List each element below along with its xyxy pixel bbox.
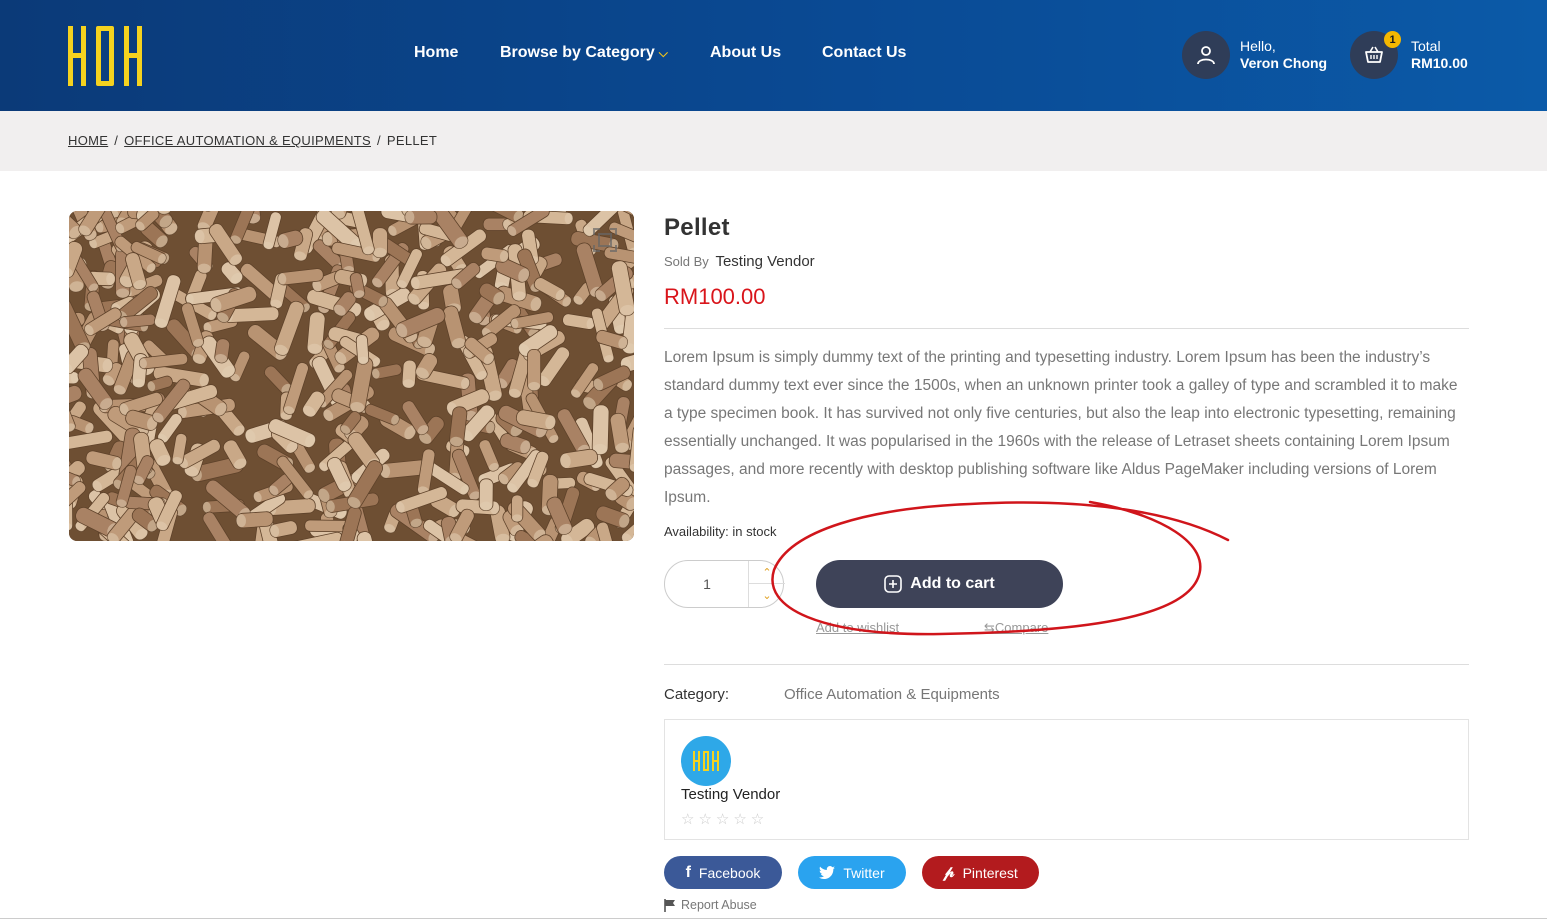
pinterest-label: Pinterest	[962, 864, 1018, 881]
compare-arrows-icon: ⇆	[984, 620, 995, 635]
product-price: RM100.00	[664, 284, 766, 309]
share-facebook-button[interactable]: f Facebook	[664, 856, 782, 889]
cart-count-badge: 1	[1384, 31, 1401, 48]
nav-about-us[interactable]: About Us	[710, 44, 781, 62]
quantity-stepper: 1 ⌃ ⌄	[664, 560, 785, 608]
star-rating: ☆☆☆☆☆	[681, 811, 769, 828]
cart-total-amount: RM10.00	[1411, 55, 1468, 71]
nav-browse-label: Browse by Category	[500, 44, 655, 61]
sold-by-vendor[interactable]: Testing Vendor	[715, 253, 814, 270]
cart-total[interactable]: Total RM10.00	[1411, 38, 1468, 72]
breadcrumb-bar: HOME / OFFICE AUTOMATION & EQUIPMENTS / PELL…	[0, 111, 1547, 171]
basket-icon	[1365, 46, 1383, 63]
twitter-icon	[819, 865, 836, 879]
divider	[664, 328, 1469, 329]
breadcrumb-category[interactable]: OFFICE AUTOMATION & EQUIPMENTS	[124, 133, 371, 148]
pinterest-icon: 𝓅	[943, 863, 955, 881]
category-value[interactable]: Office Automation & Equipments	[784, 686, 1000, 703]
chevron-down-icon: ⌵	[658, 46, 668, 60]
add-to-wishlist-link[interactable]: Add to wishlist	[816, 620, 899, 635]
compare-label: Compare	[994, 620, 1049, 635]
report-abuse-label: Report Abuse	[681, 898, 757, 912]
facebook-icon: f	[685, 863, 691, 881]
pellets-photo	[69, 211, 634, 541]
share-twitter-button[interactable]: Twitter	[798, 856, 906, 889]
user-name: Veron Chong	[1240, 55, 1328, 71]
product-image[interactable]	[69, 211, 634, 541]
product-title: Pellet	[664, 214, 730, 241]
breadcrumb-separator: /	[114, 133, 119, 148]
sold-by: Sold By Testing Vendor	[664, 253, 815, 270]
breadcrumb-separator: /	[377, 133, 381, 148]
flag-icon	[664, 898, 675, 912]
site-header: Home Browse by Category ⌵ About Us Contac…	[0, 0, 1547, 111]
add-to-cart-button[interactable]: Add to cart	[816, 560, 1063, 608]
divider	[0, 918, 1547, 919]
category-label: Category:	[664, 686, 730, 703]
breadcrumb-current: PELLET	[386, 133, 438, 148]
facebook-label: Facebook	[698, 864, 761, 881]
site-logo[interactable]	[68, 26, 142, 86]
account-greeting[interactable]: Hello, Veron Chong	[1240, 38, 1327, 72]
vendor-logo[interactable]	[681, 736, 731, 786]
compare-link[interactable]: ⇆Compare	[984, 620, 1048, 636]
breadcrumb: HOME / OFFICE AUTOMATION & EQUIPMENTS / PELL…	[68, 133, 437, 148]
quantity-buttons: ⌃ ⌄	[748, 561, 785, 607]
nav-browse-by-category[interactable]: Browse by Category ⌵	[500, 44, 668, 62]
zoom-icon[interactable]	[590, 225, 620, 255]
add-to-cart-label: Add to cart	[910, 575, 995, 592]
chevron-down-icon[interactable]: ⌄	[749, 584, 785, 607]
nav-home[interactable]: Home	[414, 44, 458, 62]
vendor-card: Testing Vendor ☆☆☆☆☆	[664, 719, 1469, 840]
twitter-label: Twitter	[843, 864, 885, 881]
greeting-text: Hello,	[1240, 38, 1276, 54]
chevron-up-icon[interactable]: ⌃	[749, 561, 785, 584]
quantity-input[interactable]: 1	[665, 561, 749, 607]
sold-by-label: Sold By	[664, 254, 709, 269]
user-icon	[1197, 46, 1215, 65]
breadcrumb-home[interactable]: HOME	[68, 133, 108, 148]
plus-square-icon	[884, 575, 903, 593]
account-button[interactable]	[1182, 31, 1230, 79]
share-pinterest-button[interactable]: 𝓅 Pinterest	[922, 856, 1039, 889]
report-abuse-link[interactable]: Report Abuse	[664, 898, 757, 912]
nav-contact-us[interactable]: Contact Us	[822, 44, 906, 62]
divider	[664, 664, 1469, 665]
availability-status: Availability: in stock	[664, 524, 777, 539]
cart-total-label: Total	[1411, 38, 1441, 54]
product-description: Lorem Ipsum is simply dummy text of the …	[664, 349, 1458, 506]
vendor-name[interactable]: Testing Vendor	[681, 786, 780, 803]
